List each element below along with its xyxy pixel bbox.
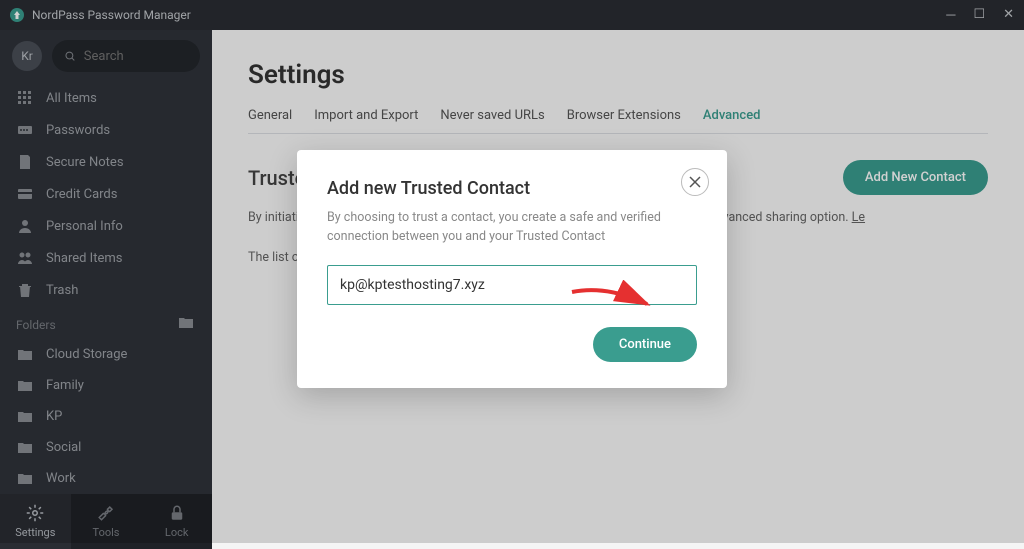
close-icon [689, 176, 701, 188]
modal-description: By choosing to trust a contact, you crea… [327, 209, 697, 247]
modal-overlay[interactable]: Add new Trusted Contact By choosing to t… [0, 0, 1024, 543]
continue-button[interactable]: Continue [593, 327, 697, 362]
close-modal-button[interactable] [681, 168, 709, 196]
add-contact-modal: Add new Trusted Contact By choosing to t… [297, 150, 727, 388]
modal-title: Add new Trusted Contact [327, 178, 697, 199]
contact-email-input[interactable] [327, 265, 697, 305]
